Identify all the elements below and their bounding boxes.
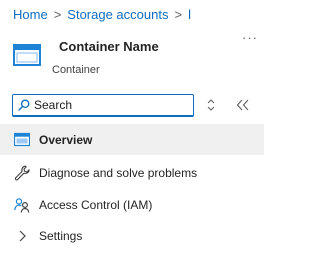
wrench-icon [14,165,30,181]
nav-item-access-control[interactable]: Access Control (IAM) [0,189,264,220]
chevron-right-icon[interactable] [14,228,30,244]
resource-type: Container [52,64,100,76]
search-box[interactable] [12,94,194,117]
nav-item-label: Settings [39,229,83,243]
sort-updown-icon[interactable] [205,98,217,112]
nav-item-overview[interactable]: Overview [0,124,264,155]
nav-item-label: Access Control (IAM) [39,198,153,212]
people-icon [14,198,30,213]
breadcrumb: Home > Storage accounts > l [13,6,191,22]
breadcrumb-separator: > [53,6,62,22]
overview-icon [14,132,30,147]
nav-item-label: Overview [39,133,93,147]
breadcrumb-storage-accounts[interactable]: Storage accounts [67,7,168,22]
breadcrumb-separator: > [174,6,183,22]
search-icon [18,99,30,111]
nav-item-label: Diagnose and solve problems [39,166,198,180]
double-chevron-left-icon[interactable] [236,99,250,111]
search-input[interactable] [34,98,184,112]
resource-header: Container Name Container ··· [11,31,261,77]
nav-item-settings[interactable]: Settings [0,220,264,251]
breadcrumb-current[interactable]: l [188,7,191,22]
breadcrumb-home[interactable]: Home [13,7,48,22]
resource-name: Container Name [59,39,159,54]
more-options-button[interactable]: ··· [242,31,258,47]
container-icon [13,44,41,66]
nav-item-diagnose[interactable]: Diagnose and solve problems [0,157,264,188]
